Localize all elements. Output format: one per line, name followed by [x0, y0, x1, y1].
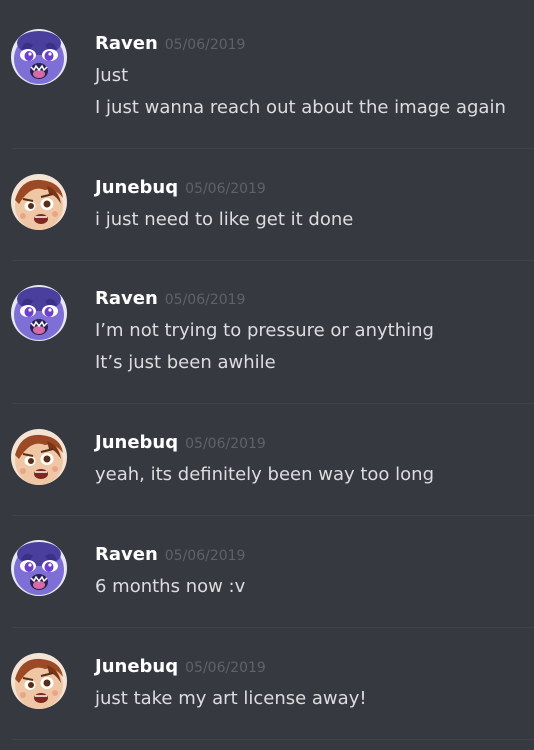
message-divider	[12, 739, 534, 740]
avatar-image	[11, 29, 67, 85]
message-timestamp: 05/06/2019	[164, 37, 246, 53]
message-divider	[12, 148, 534, 149]
message-timestamp: 05/06/2019	[164, 548, 246, 564]
message-text: i just need to like get it done	[95, 209, 354, 230]
message-text: I just wanna reach out about the image a…	[95, 97, 506, 118]
avatar-image	[11, 429, 67, 485]
author-name[interactable]: Junebuq	[95, 432, 178, 453]
message-timestamp: 05/06/2019	[185, 181, 266, 197]
message-timestamp: 05/06/2019	[164, 292, 246, 308]
message-text: I’m not trying to pressure or anything	[95, 320, 434, 341]
avatar-image	[11, 174, 67, 230]
raven-avatar[interactable]	[11, 29, 67, 85]
message-text: Just	[95, 65, 129, 86]
message-divider	[12, 403, 534, 404]
message-divider	[12, 515, 534, 516]
author-name[interactable]: Junebuq	[95, 656, 178, 677]
message-timestamp: 05/06/2019	[185, 436, 266, 452]
message-divider	[12, 260, 534, 261]
message-header: Junebuq 05/06/2019	[95, 177, 266, 198]
avatar-image	[11, 285, 67, 341]
message-text: 6 months now :v	[95, 576, 246, 597]
message-header: Junebuq 05/06/2019	[95, 432, 266, 453]
avatar-image	[11, 653, 67, 709]
author-name[interactable]: Raven	[95, 33, 158, 54]
message-divider	[12, 627, 534, 628]
message-timestamp: 05/06/2019	[185, 660, 266, 676]
message-text: just take my art license away!	[95, 688, 367, 709]
message-text: yeah, its definitely been way too long	[95, 464, 435, 485]
message-header: Junebuq 05/06/2019	[95, 656, 266, 677]
author-name[interactable]: Raven	[95, 544, 158, 565]
raven-avatar[interactable]	[11, 285, 67, 341]
author-name[interactable]: Junebuq	[95, 177, 178, 198]
message-header: Raven 05/06/2019	[95, 544, 245, 565]
junebuq-avatar[interactable]	[11, 429, 67, 485]
chat-message-list: Raven 05/06/2019 Just I just wanna reach …	[0, 0, 534, 750]
author-name[interactable]: Raven	[95, 288, 158, 309]
junebuq-avatar[interactable]	[11, 174, 67, 230]
message-text: It’s just been awhile	[95, 352, 276, 373]
raven-avatar[interactable]	[11, 540, 67, 596]
message-header: Raven 05/06/2019	[95, 288, 245, 309]
avatar-image	[11, 540, 67, 596]
junebuq-avatar[interactable]	[11, 653, 67, 709]
message-header: Raven 05/06/2019	[95, 33, 245, 54]
